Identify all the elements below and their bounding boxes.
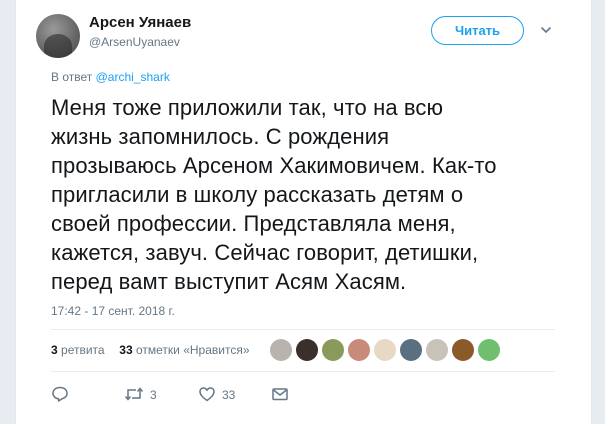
liker-avatar[interactable]	[270, 339, 292, 361]
liker-avatar[interactable]	[478, 339, 500, 361]
tweet-text: Меня тоже приложили так, что на всю жизн…	[51, 93, 571, 296]
retweet-icon	[124, 387, 144, 401]
envelope-icon	[272, 388, 288, 401]
tweet-text-line: прозываюсь Арсеном Хакимовичем. Как-то	[51, 153, 497, 178]
like-button[interactable]: 33	[198, 385, 243, 403]
likes-label[interactable]: отметки «Нравится»	[136, 343, 250, 357]
tweet-text-line: своей профессии. Представляла меня,	[51, 211, 456, 236]
reply-mention-link[interactable]: @archi_shark	[96, 70, 170, 84]
retweets-count[interactable]: 3	[51, 343, 58, 357]
reply-button[interactable]	[51, 385, 71, 403]
retweet-button[interactable]: 3	[124, 385, 164, 403]
tweet-stats: 3 ретвита 33 отметки «Нравится»	[51, 343, 250, 357]
divider	[51, 371, 555, 372]
author-avatar[interactable]	[36, 14, 80, 58]
chevron-down-icon[interactable]	[540, 24, 552, 36]
author-name[interactable]: Арсен Уянаев	[89, 14, 191, 31]
tweet-timestamp[interactable]: 17:42 - 17 сент. 2018 г.	[51, 304, 175, 318]
direct-message-button[interactable]	[271, 385, 291, 403]
reply-icon	[52, 386, 68, 402]
likes-count[interactable]: 33	[119, 343, 132, 357]
liker-avatar[interactable]	[400, 339, 422, 361]
retweet-count: 3	[150, 388, 157, 402]
divider	[51, 329, 555, 330]
heart-icon	[199, 387, 215, 402]
retweets-label[interactable]: ретвита	[61, 343, 105, 357]
liker-avatar[interactable]	[322, 339, 344, 361]
like-count: 33	[222, 388, 236, 402]
tweet-text-line: Меня тоже приложили так, что на всю	[51, 95, 444, 120]
follow-button[interactable]: Читать	[431, 16, 524, 45]
reply-prefix: В ответ	[51, 70, 93, 84]
tweet-text-line: кажется, завуч. Сейчас говорит, детишки,	[51, 240, 479, 265]
tweet-text-line: перед вамт выступит Асям Хасям.	[51, 269, 407, 294]
tweet-actions: 3 33	[51, 385, 351, 403]
liker-avatar[interactable]	[452, 339, 474, 361]
reply-context: В ответ @archi_shark	[51, 70, 170, 84]
liker-avatar[interactable]	[374, 339, 396, 361]
liker-avatar[interactable]	[426, 339, 448, 361]
liker-avatar[interactable]	[348, 339, 370, 361]
liker-avatar[interactable]	[296, 339, 318, 361]
tweet-text-line: жизнь запомнилось. С рождения	[51, 124, 390, 149]
author-handle[interactable]: @ArsenUyanaev	[89, 35, 180, 49]
tweet-text-line: пригласили в школу рассказать детям о	[51, 182, 464, 207]
